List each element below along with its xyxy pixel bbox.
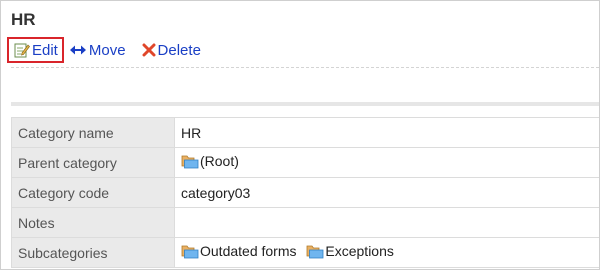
table-row: Subcategories Outdated forms Exceptions (11, 237, 599, 268)
parent-category-value: (Root) (200, 153, 239, 169)
page-title: HR (11, 10, 36, 29)
folder-icon (306, 243, 324, 262)
toolbar: Edit Move Delete (7, 35, 201, 65)
section-divider (11, 102, 599, 106)
folder-icon (181, 243, 199, 262)
delete-x-icon (142, 43, 156, 57)
table-row: Parent category (Root) (11, 147, 599, 178)
folder-icon (181, 153, 199, 172)
subcategory-label: Exceptions (325, 243, 394, 259)
category-detail-panel: HR Edit Move Delete Category name HR Par… (0, 0, 600, 270)
row-label: Category code (11, 177, 175, 208)
move-arrows-icon (69, 44, 87, 56)
row-label: Notes (11, 207, 175, 238)
category-code-value: category03 (174, 177, 599, 208)
edit-button[interactable]: Edit (7, 37, 64, 63)
row-label: Subcategories (11, 237, 175, 268)
category-details-table: Category name HR Parent category (Root) … (11, 117, 599, 268)
delete-label: Delete (157, 41, 201, 59)
table-row: Category code category03 (11, 177, 599, 208)
move-button[interactable]: Move (69, 43, 126, 58)
move-label: Move (88, 41, 126, 59)
subcategory-link[interactable]: Outdated forms (181, 243, 300, 259)
toolbar-divider (11, 67, 599, 68)
delete-button[interactable]: Delete (142, 43, 201, 58)
subcategory-label: Outdated forms (200, 243, 297, 259)
edit-pencil-icon (14, 42, 30, 58)
edit-label: Edit (32, 41, 58, 59)
table-row: Notes (11, 207, 599, 238)
notes-value (174, 207, 599, 238)
parent-category-cell: (Root) (174, 147, 599, 178)
table-row: Category name HR (11, 117, 599, 148)
category-name-value: HR (174, 117, 599, 148)
row-label: Category name (11, 117, 175, 148)
row-label: Parent category (11, 147, 175, 178)
subcategories-cell: Outdated forms Exceptions (174, 237, 599, 268)
subcategory-link[interactable]: Exceptions (306, 243, 394, 262)
